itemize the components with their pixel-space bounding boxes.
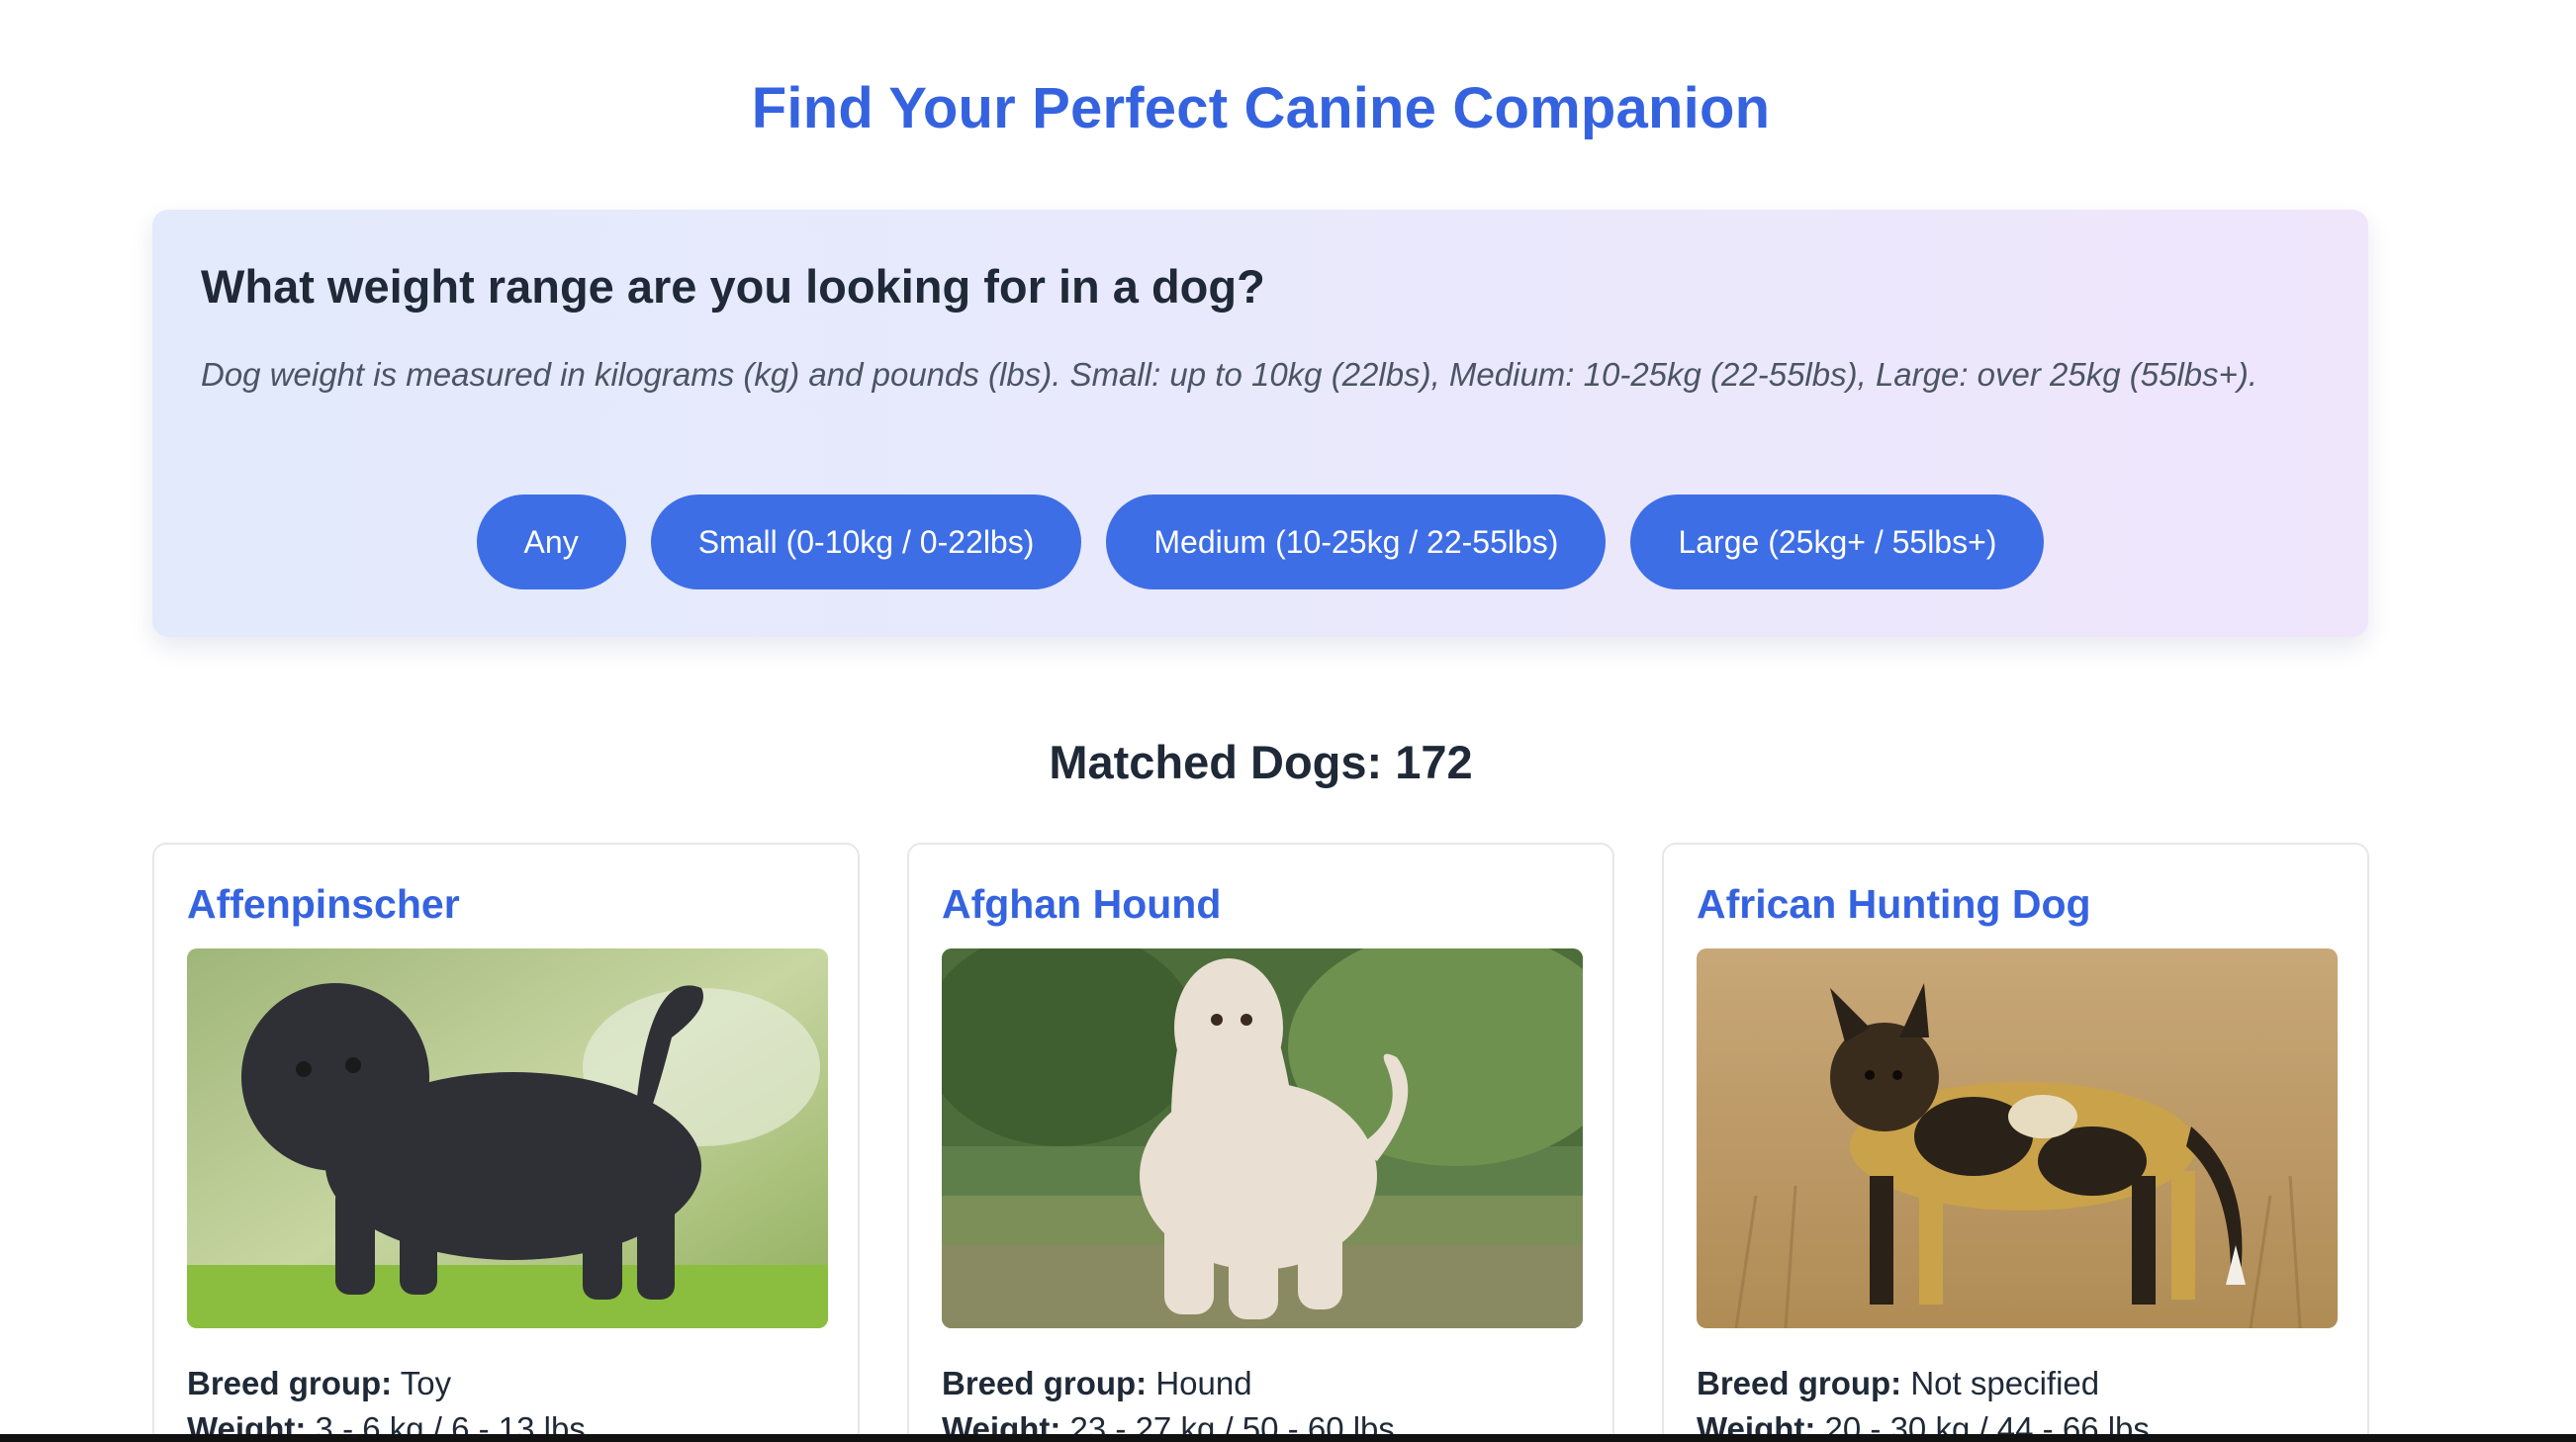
question-hint: Dog weight is measured in kilograms (kg)…	[201, 356, 2258, 393]
breed-group-value: Not specified	[1910, 1365, 2100, 1401]
option-medium-button[interactable]: Medium (10-25kg / 22-55lbs)	[1106, 495, 1607, 589]
dog-name[interactable]: Affenpinscher	[187, 881, 460, 928]
breed-group-line: Breed group: Hound	[942, 1365, 1252, 1402]
matched-count-heading: Matched Dogs: 172	[1049, 736, 1473, 788]
option-any-button[interactable]: Any	[476, 495, 626, 589]
weight-options: Any Small (0-10kg / 0-22lbs) Medium (10-…	[152, 495, 2368, 589]
african-hunting-dog-photo	[1697, 948, 2338, 1328]
window-bottom-edge	[0, 1434, 2576, 1442]
breed-group-label: Breed group:	[187, 1365, 393, 1401]
breed-group-line: Breed group: Not specified	[1697, 1365, 2099, 1402]
dog-card[interactable]: African Hunting Dog Breed group: Not spe…	[1662, 843, 2369, 1442]
page-title: Find Your Perfect Canine Companion	[751, 76, 1771, 140]
afghan-hound-photo	[942, 948, 1583, 1328]
breed-group-label: Breed group:	[1697, 1365, 1902, 1401]
dog-card[interactable]: Afghan Hound Breed group: Hound Weight: …	[907, 843, 1614, 1442]
affenpinscher-photo	[187, 948, 828, 1328]
dog-card[interactable]: Affenpinscher Breed group: Toy Weight: 3…	[152, 843, 860, 1442]
dog-name[interactable]: African Hunting Dog	[1697, 881, 2091, 928]
dog-name[interactable]: Afghan Hound	[942, 881, 1221, 928]
breed-group-line: Breed group: Toy	[187, 1365, 451, 1402]
option-large-button[interactable]: Large (25kg+ / 55lbs+)	[1630, 495, 2045, 589]
option-small-button[interactable]: Small (0-10kg / 0-22lbs)	[650, 495, 1082, 589]
page: Find Your Perfect Canine Companion What …	[0, 0, 2576, 1442]
breed-group-value: Hound	[1155, 1365, 1252, 1401]
breed-group-value: Toy	[400, 1365, 452, 1401]
weight-question-panel: What weight range are you looking for in…	[152, 210, 2368, 637]
breed-group-label: Breed group:	[942, 1365, 1148, 1401]
question-heading: What weight range are you looking for in…	[201, 260, 1265, 313]
